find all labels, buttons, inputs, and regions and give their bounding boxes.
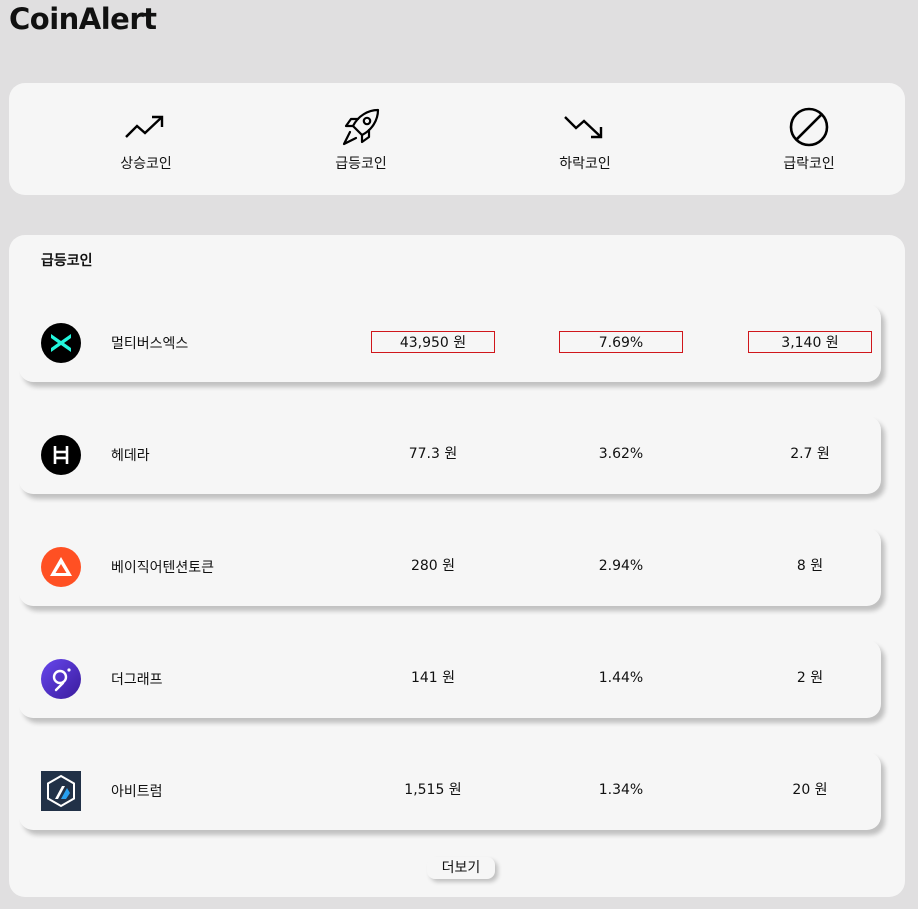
coin-name: 멀티버스엑스 xyxy=(111,336,189,352)
coin-change-percent: 1.34% xyxy=(598,782,644,798)
nav-item-falling[interactable]: 하락코인 xyxy=(505,83,665,195)
nav-item-surging[interactable]: 급등코인 xyxy=(281,83,441,195)
category-nav: 상승코인 급등코인 하락코인 급락코인 xyxy=(9,83,905,195)
coin-row[interactable]: 헤데라 77.3 원 3.62% 2.7 원 xyxy=(19,416,881,494)
coin-row[interactable]: 베이직어텐션토큰 280 원 2.94% 8 원 xyxy=(19,528,881,606)
coin-list-card: 급등코인 멀티버스엑스 43,950 원 7.69% 3,140 원 헤데라 7… xyxy=(9,235,905,897)
coin-change-percent: 1.44% xyxy=(598,670,644,686)
trending-up-icon xyxy=(124,107,168,147)
more-button[interactable]: 더보기 xyxy=(427,857,495,879)
coin-row[interactable]: 아비트럼 1,515 원 1.34% 20 원 xyxy=(19,752,881,830)
nav-label-plunging: 급락코인 xyxy=(783,156,835,172)
coin-price: 43,950 원 xyxy=(371,331,495,353)
coin-change-percent: 7.69% xyxy=(559,331,683,353)
multiversx-logo-icon xyxy=(41,323,81,363)
hedera-logo-icon xyxy=(41,435,81,475)
prohibited-icon xyxy=(787,107,831,147)
the-graph-logo-icon xyxy=(41,659,81,699)
coin-change-amount: 2.7 원 xyxy=(790,446,830,462)
nav-item-rising[interactable]: 상승코인 xyxy=(66,83,226,195)
nav-label-surging: 급등코인 xyxy=(335,156,387,172)
rocket-icon xyxy=(339,107,383,147)
bat-logo-icon xyxy=(41,547,81,587)
coin-row[interactable]: 더그래프 141 원 1.44% 2 원 xyxy=(19,640,881,718)
coin-price: 141 원 xyxy=(410,670,456,686)
nav-label-rising: 상승코인 xyxy=(120,156,172,172)
coin-name: 헤데라 xyxy=(111,448,150,464)
trending-down-icon xyxy=(563,107,607,147)
coin-price: 1,515 원 xyxy=(404,782,462,798)
coin-price: 77.3 원 xyxy=(408,446,458,462)
nav-label-falling: 하락코인 xyxy=(559,156,611,172)
arbitrum-logo-icon xyxy=(41,771,81,811)
coin-change-percent: 2.94% xyxy=(598,558,644,574)
coin-change-percent: 3.62% xyxy=(598,446,644,462)
app-title: CoinAlert xyxy=(9,2,157,36)
coin-name: 더그래프 xyxy=(111,672,163,688)
nav-item-plunging[interactable]: 급락코인 xyxy=(729,83,889,195)
coin-change-amount: 2 원 xyxy=(796,670,824,686)
coin-price: 280 원 xyxy=(410,558,456,574)
coin-change-amount: 3,140 원 xyxy=(748,331,872,353)
coin-row[interactable]: 멀티버스엑스 43,950 원 7.69% 3,140 원 xyxy=(19,304,881,382)
coin-name: 베이직어텐션토큰 xyxy=(111,560,215,576)
coin-change-amount: 20 원 xyxy=(792,782,828,798)
coin-change-amount: 8 원 xyxy=(796,558,824,574)
coin-name: 아비트럼 xyxy=(111,784,163,800)
section-title: 급등코인 xyxy=(41,253,93,269)
